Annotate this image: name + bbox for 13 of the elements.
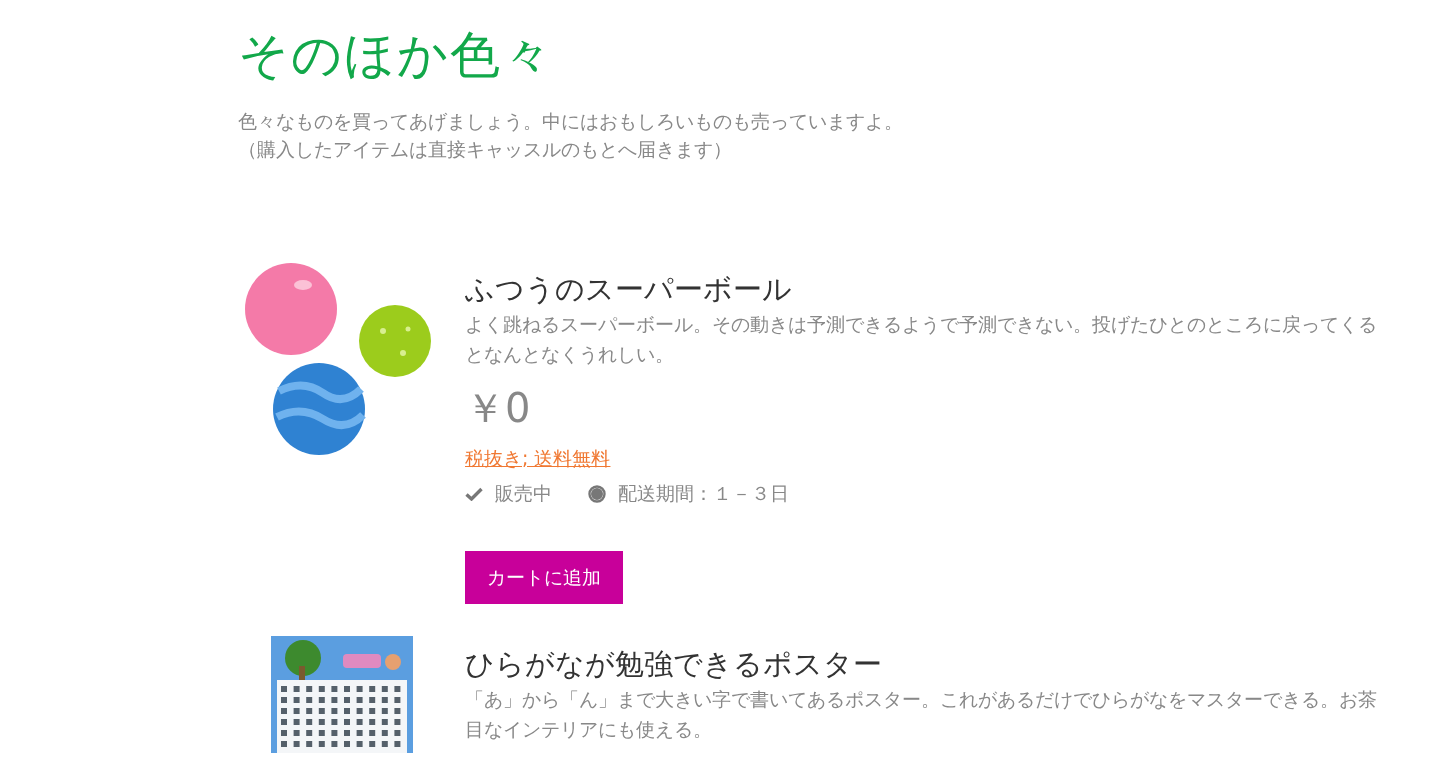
product-description: 「あ」から「ん」まで大きい字で書いてあるポスター。これがあるだけでひらがなをマスターできる。お茶目なインテリアにも使える。	[465, 687, 1378, 742]
product-description: よく跳ねるスーパーボール。その動きは予測できるようで予測できない。投げたひとのところに戻ってくるとなんとなくうれしい。	[465, 312, 1378, 367]
price-note-link[interactable]: 税抜き; 送料無料	[465, 445, 611, 471]
add-to-cart-button[interactable]: カートに追加	[465, 551, 623, 604]
page-title: そのほか色々	[238, 25, 554, 86]
intro-text: 色々なものを買ってあげましょう。中にはおもしろいものも売っていますよ。	[238, 109, 904, 134]
product-name: ふつうのスーパーボール	[465, 271, 792, 308]
status-text: 販売中	[495, 481, 552, 506]
status-text: 配送期間：１－３日	[618, 481, 789, 506]
price: ￥0	[465, 384, 531, 433]
check-icon	[465, 487, 483, 501]
intro-text: （購入したアイテムは直接キャッスルのもとへ届きます）	[238, 137, 733, 162]
product-name: ひらがなが勉強できるポスター	[465, 646, 882, 683]
